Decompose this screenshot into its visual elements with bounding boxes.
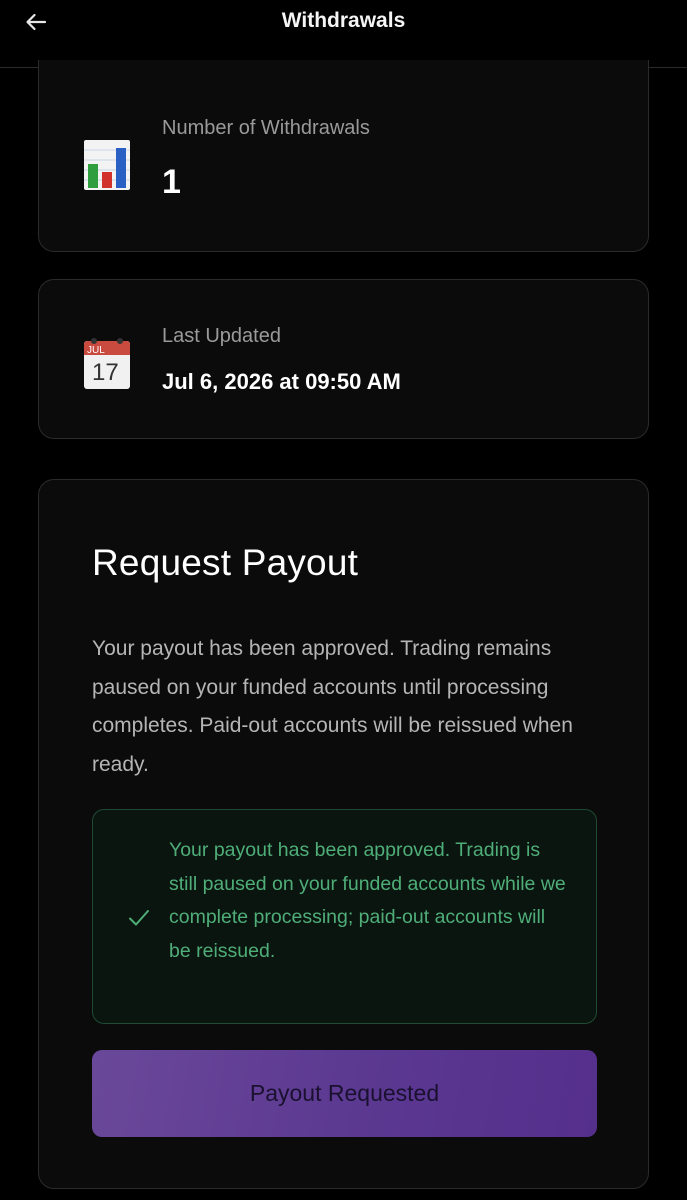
approval-notice: Your payout has been approved. Trading i… <box>92 809 597 1024</box>
request-payout-card: Request Payout Your payout has been appr… <box>38 479 649 1189</box>
bar-chart-icon <box>84 140 130 190</box>
top-bar: Withdrawals <box>0 0 687 68</box>
approval-notice-text: Your payout has been approved. Trading i… <box>169 839 566 962</box>
last-updated-label: Last Updated <box>162 325 281 347</box>
withdrawals-count-label: Number of Withdrawals <box>162 117 370 139</box>
page-title: Withdrawals <box>281 9 406 32</box>
request-payout-description: Your payout has been approved. Trading r… <box>92 637 573 776</box>
last-updated-card: JUL 17 Last Updated Jul 6, 2026 at 09:50… <box>38 279 649 439</box>
payout-requested-button[interactable]: Payout Requested <box>92 1050 597 1137</box>
last-updated-value: Jul 6, 2026 at 09:50 AM <box>162 369 401 394</box>
withdrawals-count-value: 1 <box>162 163 181 201</box>
calendar-icon-month: JUL <box>87 345 105 356</box>
check-icon <box>129 910 149 926</box>
calendar-icon-day: 17 <box>92 359 119 386</box>
withdrawals-count-card: Number of Withdrawals 1 <box>38 60 649 252</box>
calendar-icon: JUL 17 <box>84 338 130 389</box>
request-payout-title: Request Payout <box>92 542 359 583</box>
